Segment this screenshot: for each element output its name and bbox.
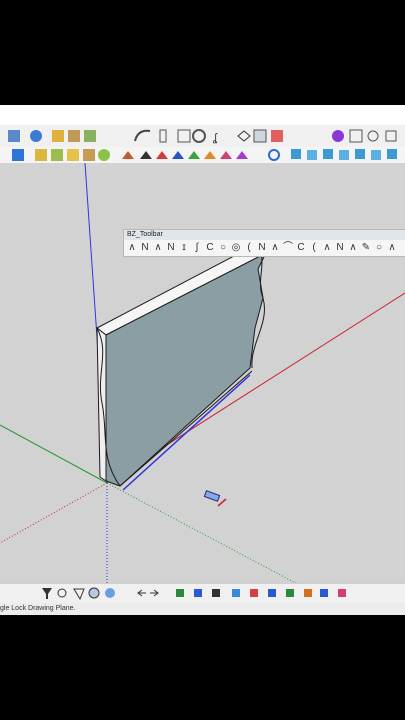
curve-icon[interactable]: ʃ: [191, 242, 203, 254]
view-icon[interactable]: [237, 130, 251, 142]
text-icon[interactable]: [338, 589, 346, 597]
arrows-icon[interactable]: [137, 589, 146, 597]
scene-icon[interactable]: [339, 150, 349, 160]
circle-icon[interactable]: ○: [217, 242, 229, 254]
edit-icon[interactable]: ✎: [360, 242, 372, 254]
sandbox-icon[interactable]: [156, 151, 168, 159]
orbit-icon[interactable]: [177, 129, 191, 143]
scene-icon[interactable]: [355, 149, 365, 159]
components-icon[interactable]: [52, 130, 64, 142]
section-icon[interactable]: [271, 130, 283, 142]
gear-icon[interactable]: [268, 149, 280, 161]
search-icon[interactable]: [332, 130, 344, 142]
select-icon[interactable]: [73, 588, 85, 601]
display-icon[interactable]: [367, 130, 379, 142]
extension-icon[interactable]: ʆ: [213, 132, 218, 144]
curve-icon[interactable]: ∧: [152, 242, 164, 254]
sandbox-icon[interactable]: [172, 151, 184, 159]
arc-icon[interactable]: [134, 129, 151, 142]
curve-icon[interactable]: C: [204, 242, 216, 254]
scene-canvas[interactable]: [0, 163, 405, 585]
funnel-icon[interactable]: [42, 588, 52, 599]
bottom-toolbar-icons[interactable]: [0, 584, 405, 604]
sandbox-icon[interactable]: [220, 151, 232, 159]
slab-left-face[interactable]: [96, 326, 107, 482]
scene-icon[interactable]: [387, 149, 397, 159]
secondary-toolbar: [0, 147, 405, 163]
bz-toolbar[interactable]: BZ_Toolbar ∧ N ∧ N ɪ ʃ C ○ ◎ ( N ∧ ⌒ C (…: [123, 229, 405, 257]
text-icon[interactable]: [304, 589, 312, 597]
arc-icon[interactable]: (: [308, 242, 320, 254]
circle-icon[interactable]: ○: [373, 242, 385, 254]
curve-icon[interactable]: N: [334, 242, 346, 254]
curve-icon[interactable]: N: [165, 242, 177, 254]
curve-icon[interactable]: ɪ: [178, 242, 190, 254]
secondary-toolbar-icons[interactable]: [0, 147, 405, 163]
bottom-toolbar: [0, 583, 405, 604]
curve-icon[interactable]: ∧: [321, 242, 333, 254]
model-viewport[interactable]: BZ_Toolbar ∧ N ∧ N ɪ ʃ C ○ ◎ ( N ∧ ⌒ C (…: [0, 163, 405, 585]
axis-icon[interactable]: [268, 589, 276, 597]
gear-icon[interactable]: [30, 130, 42, 142]
bz-toolbar-icons: ∧ N ∧ N ɪ ʃ C ○ ◎ ( N ∧ ⌒ C ( ∧ N ∧ ✎ ○: [126, 242, 398, 256]
export-icon[interactable]: [291, 149, 301, 159]
main-toolbar: ʆ: [0, 125, 405, 147]
mirror-icon[interactable]: [232, 589, 240, 597]
gear-icon[interactable]: [98, 149, 110, 161]
close-icon[interactable]: [385, 130, 397, 142]
arrows-icon[interactable]: [150, 589, 159, 597]
sphere-icon[interactable]: [88, 587, 100, 599]
curve-icon[interactable]: ∧: [269, 242, 281, 254]
camera-icon[interactable]: [349, 129, 363, 143]
axis-icon[interactable]: [176, 589, 184, 597]
text-icon[interactable]: [320, 589, 328, 597]
settings-icon[interactable]: [192, 129, 206, 143]
sandbox-icon[interactable]: [122, 151, 134, 159]
axis-icon[interactable]: [194, 589, 202, 597]
scale-icon[interactable]: [250, 589, 258, 597]
red-axis-negative: [0, 482, 108, 544]
pencil-cursor-icon: [203, 490, 227, 507]
curve-icon[interactable]: N: [256, 242, 268, 254]
status-text: gle Lock Drawing Plane.: [0, 605, 76, 612]
sandbox-icon[interactable]: [188, 151, 200, 159]
axis-icon[interactable]: [286, 589, 294, 597]
tag-icon[interactable]: [67, 149, 79, 161]
circle-icon[interactable]: ◎: [230, 242, 242, 254]
arc-icon[interactable]: (: [243, 242, 255, 254]
scene-icon[interactable]: [323, 149, 333, 159]
align-icon[interactable]: [212, 589, 220, 597]
curve-icon[interactable]: ∧: [386, 242, 398, 254]
pan-icon[interactable]: [159, 129, 167, 143]
arc-icon[interactable]: ⌒: [282, 242, 294, 254]
import-icon[interactable]: [307, 150, 317, 160]
bz-toolbar-title[interactable]: BZ_Toolbar: [124, 230, 405, 240]
sketchup-window: ʆ BZ_Toolbar ∧ N ∧ N ɪ ʃ C ○ ◎ (N ∧ ⌒ C…: [0, 105, 405, 615]
layer-icon[interactable]: [12, 149, 24, 161]
cube-icon[interactable]: [35, 149, 47, 161]
arc-icon[interactable]: C: [295, 242, 307, 254]
lasso-icon[interactable]: [57, 588, 67, 598]
sandbox-icon[interactable]: [236, 151, 248, 159]
box-icon[interactable]: [253, 129, 267, 143]
curve-icon[interactable]: N: [139, 242, 151, 254]
curve-icon[interactable]: ∧: [347, 242, 359, 254]
materials-icon[interactable]: [68, 130, 80, 142]
scene-icon[interactable]: [371, 150, 381, 160]
gear-icon[interactable]: [105, 588, 115, 598]
sandbox-icon[interactable]: [140, 151, 152, 159]
terrain-icon[interactable]: [83, 149, 95, 161]
sandbox-icon[interactable]: [204, 151, 216, 159]
curve-icon[interactable]: ∧: [126, 242, 138, 254]
select-icon[interactable]: [8, 130, 20, 142]
group-icon[interactable]: [51, 149, 63, 161]
main-toolbar-icons[interactable]: ʆ: [0, 125, 405, 147]
status-bar: gle Lock Drawing Plane.: [0, 603, 405, 615]
green-axis: [0, 424, 108, 484]
green-axis-negative: [106, 482, 301, 585]
styles-icon[interactable]: [84, 130, 96, 142]
